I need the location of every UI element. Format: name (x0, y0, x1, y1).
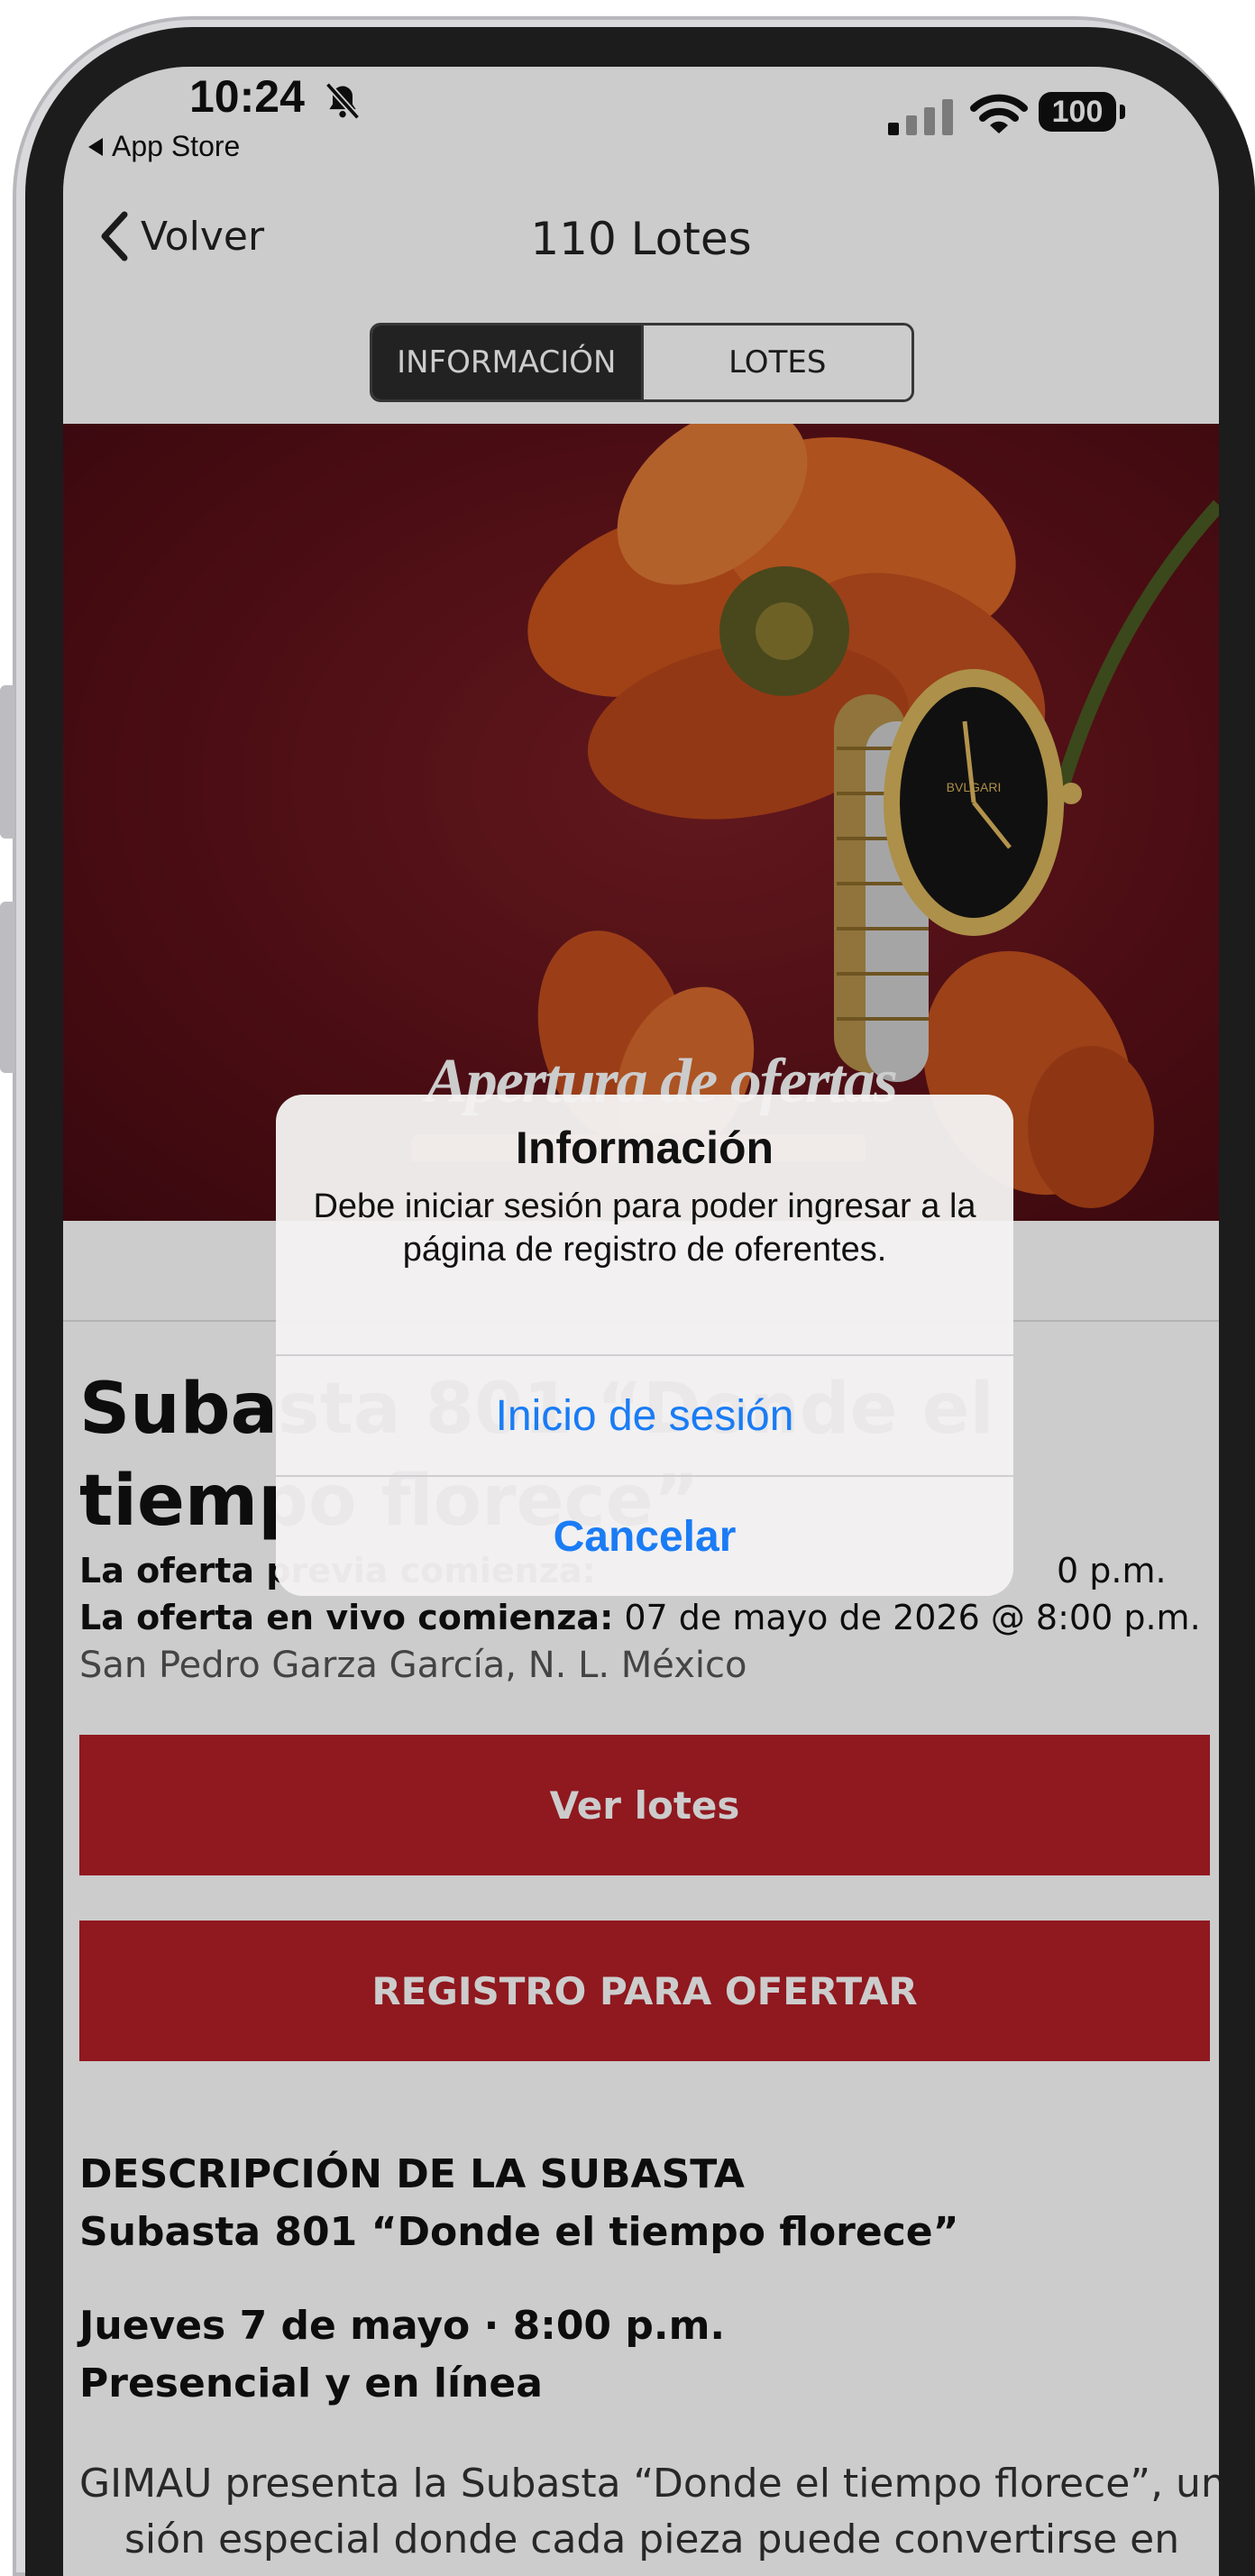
alert-title: Información (515, 1123, 774, 1173)
cancel-button[interactable]: Cancelar (276, 1477, 1013, 1596)
phone-side-button (0, 685, 14, 839)
phone-side-button (0, 902, 14, 1073)
alert-dialog: Información Debe iniciar sesión para pod… (276, 1095, 1013, 1596)
alert-message: Debe iniciar sesión para poder ingresar … (313, 1187, 976, 1269)
app-screen: 10:24 App Store 100 Volver 110 Lotes INF… (63, 67, 1219, 2576)
login-button[interactable]: Inicio de sesión (276, 1356, 1013, 1475)
